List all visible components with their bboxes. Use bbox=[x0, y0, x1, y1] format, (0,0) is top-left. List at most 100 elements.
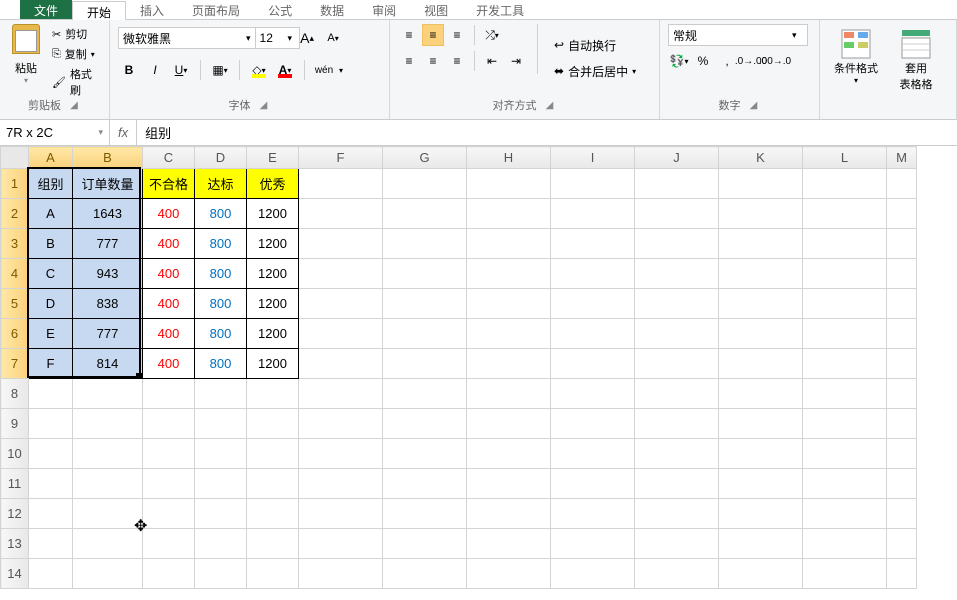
formula-input[interactable] bbox=[137, 120, 957, 145]
cell-C6[interactable]: 400 bbox=[143, 319, 195, 349]
cell-D6[interactable]: 800 bbox=[195, 319, 247, 349]
cell-E6[interactable]: 1200 bbox=[247, 319, 299, 349]
cell-D5[interactable]: 800 bbox=[195, 289, 247, 319]
tab-view[interactable]: 视图 bbox=[410, 0, 462, 19]
tab-page-layout[interactable]: 页面布局 bbox=[178, 0, 254, 19]
cell-C1[interactable]: 不合格 bbox=[143, 169, 195, 199]
align-top-button[interactable]: ≡ bbox=[398, 24, 420, 46]
font-launcher[interactable]: ◢ bbox=[257, 98, 271, 112]
fx-icon[interactable]: fx bbox=[118, 125, 128, 140]
col-header-H[interactable]: H bbox=[467, 147, 551, 169]
copy-dropdown-arrow[interactable]: ▾ bbox=[91, 50, 95, 59]
phonetic-button[interactable]: wén bbox=[313, 59, 335, 81]
cell-A6[interactable]: E bbox=[29, 319, 73, 349]
italic-button[interactable]: I bbox=[144, 59, 166, 81]
cell-B4[interactable]: 943 bbox=[73, 259, 143, 289]
name-box[interactable]: 7R x 2C ▾ bbox=[0, 120, 110, 145]
fill-color-button[interactable]: ◇▾ bbox=[248, 59, 270, 81]
cell-E3[interactable]: 1200 bbox=[247, 229, 299, 259]
align-right-button[interactable]: ≡ bbox=[446, 50, 468, 72]
clipboard-launcher[interactable]: ◢ bbox=[67, 98, 81, 112]
col-header-L[interactable]: L bbox=[803, 147, 887, 169]
cell-C4[interactable]: 400 bbox=[143, 259, 195, 289]
cell-B1[interactable]: 订单数量 bbox=[73, 169, 143, 199]
cell-A2[interactable]: A bbox=[29, 199, 73, 229]
font-size-select[interactable] bbox=[255, 27, 300, 49]
cell-E4[interactable]: 1200 bbox=[247, 259, 299, 289]
merge-center-button[interactable]: ⬌ 合并后居中 ▾ bbox=[548, 60, 642, 82]
font-name-dropdown[interactable]: ▾ bbox=[246, 33, 251, 44]
font-size-dropdown[interactable]: ▾ bbox=[288, 33, 293, 44]
decrease-font-button[interactable]: A▾ bbox=[322, 27, 344, 49]
paste-dropdown-arrow[interactable]: ▾ bbox=[24, 76, 28, 85]
align-bottom-button[interactable]: ≡ bbox=[446, 24, 468, 46]
row-header-12[interactable]: 12 bbox=[1, 499, 29, 529]
increase-indent-button[interactable]: ⇥ bbox=[505, 50, 527, 72]
row-header-13[interactable]: 13 bbox=[1, 529, 29, 559]
col-header-G[interactable]: G bbox=[383, 147, 467, 169]
tab-formulas[interactable]: 公式 bbox=[254, 0, 306, 19]
cell-D2[interactable]: 800 bbox=[195, 199, 247, 229]
cell-B6[interactable]: 777 bbox=[73, 319, 143, 349]
orientation-button[interactable]: ⤮▾ bbox=[481, 24, 503, 46]
cell-C7[interactable]: 400 bbox=[143, 349, 195, 379]
cell-C3[interactable]: 400 bbox=[143, 229, 195, 259]
cell-D7[interactable]: 800 bbox=[195, 349, 247, 379]
row-header-7[interactable]: 7 bbox=[1, 349, 29, 379]
tab-insert[interactable]: 插入 bbox=[126, 0, 178, 19]
col-header-K[interactable]: K bbox=[719, 147, 803, 169]
col-header-C[interactable]: C bbox=[143, 147, 195, 169]
font-name-select[interactable] bbox=[118, 27, 258, 49]
cell-E7[interactable]: 1200 bbox=[247, 349, 299, 379]
accounting-format-button[interactable]: 💱▾ bbox=[668, 50, 690, 72]
row-header-8[interactable]: 8 bbox=[1, 379, 29, 409]
cell-B7[interactable]: 814 bbox=[73, 349, 143, 379]
cell-D1[interactable]: 达标 bbox=[195, 169, 247, 199]
cell-D3[interactable]: 800 bbox=[195, 229, 247, 259]
phonetic-dropdown[interactable]: ▾ bbox=[339, 66, 343, 75]
spreadsheet-grid[interactable]: A B C D E F G H I J K L M 1 组别 订单数量 不合格 … bbox=[0, 146, 917, 589]
cell-A1[interactable]: 组别 bbox=[29, 169, 73, 199]
align-middle-button[interactable]: ≡ bbox=[422, 24, 444, 46]
cell-E5[interactable]: 1200 bbox=[247, 289, 299, 319]
conditional-formatting-button[interactable]: 条件格式 ▾ bbox=[828, 24, 884, 92]
cell-E2[interactable]: 1200 bbox=[247, 199, 299, 229]
tab-data[interactable]: 数据 bbox=[306, 0, 358, 19]
col-header-E[interactable]: E bbox=[247, 147, 299, 169]
row-header-6[interactable]: 6 bbox=[1, 319, 29, 349]
row-header-11[interactable]: 11 bbox=[1, 469, 29, 499]
cell-A3[interactable]: B bbox=[29, 229, 73, 259]
increase-font-button[interactable]: A▴ bbox=[296, 27, 318, 49]
cell-A4[interactable]: C bbox=[29, 259, 73, 289]
row-header-3[interactable]: 3 bbox=[1, 229, 29, 259]
font-color-button[interactable]: A▾ bbox=[274, 59, 296, 81]
merge-dropdown[interactable]: ▾ bbox=[632, 67, 636, 76]
cell-F1[interactable] bbox=[299, 169, 383, 199]
row-header-4[interactable]: 4 bbox=[1, 259, 29, 289]
paste-button[interactable]: 粘贴 ▾ bbox=[8, 24, 44, 92]
underline-button[interactable]: U▾ bbox=[170, 59, 192, 81]
col-header-I[interactable]: I bbox=[551, 147, 635, 169]
tab-file[interactable]: 文件 bbox=[20, 0, 72, 19]
col-header-B[interactable]: B bbox=[73, 147, 143, 169]
cell-A5[interactable]: D bbox=[29, 289, 73, 319]
wrap-text-button[interactable]: ↩ 自动换行 bbox=[548, 34, 642, 56]
format-as-table-button[interactable]: 套用 表格格 bbox=[888, 24, 944, 92]
row-header-9[interactable]: 9 bbox=[1, 409, 29, 439]
cell-E1[interactable]: 优秀 bbox=[247, 169, 299, 199]
col-header-M[interactable]: M bbox=[887, 147, 917, 169]
alignment-launcher[interactable]: ◢ bbox=[543, 98, 557, 112]
tab-home[interactable]: 开始 bbox=[72, 1, 126, 20]
copy-button[interactable]: ⎘ 复制 ▾ bbox=[48, 44, 101, 64]
col-header-D[interactable]: D bbox=[195, 147, 247, 169]
col-header-A[interactable]: A bbox=[29, 147, 73, 169]
number-launcher[interactable]: ◢ bbox=[747, 98, 761, 112]
tab-review[interactable]: 审阅 bbox=[358, 0, 410, 19]
align-center-button[interactable]: ≡ bbox=[422, 50, 444, 72]
name-box-dropdown[interactable]: ▾ bbox=[98, 127, 103, 138]
number-format-select[interactable] bbox=[668, 24, 808, 46]
col-header-F[interactable]: F bbox=[299, 147, 383, 169]
borders-button[interactable]: ▦▾ bbox=[209, 59, 231, 81]
cut-button[interactable]: ✂ 剪切 bbox=[48, 24, 101, 44]
decrease-indent-button[interactable]: ⇤ bbox=[481, 50, 503, 72]
